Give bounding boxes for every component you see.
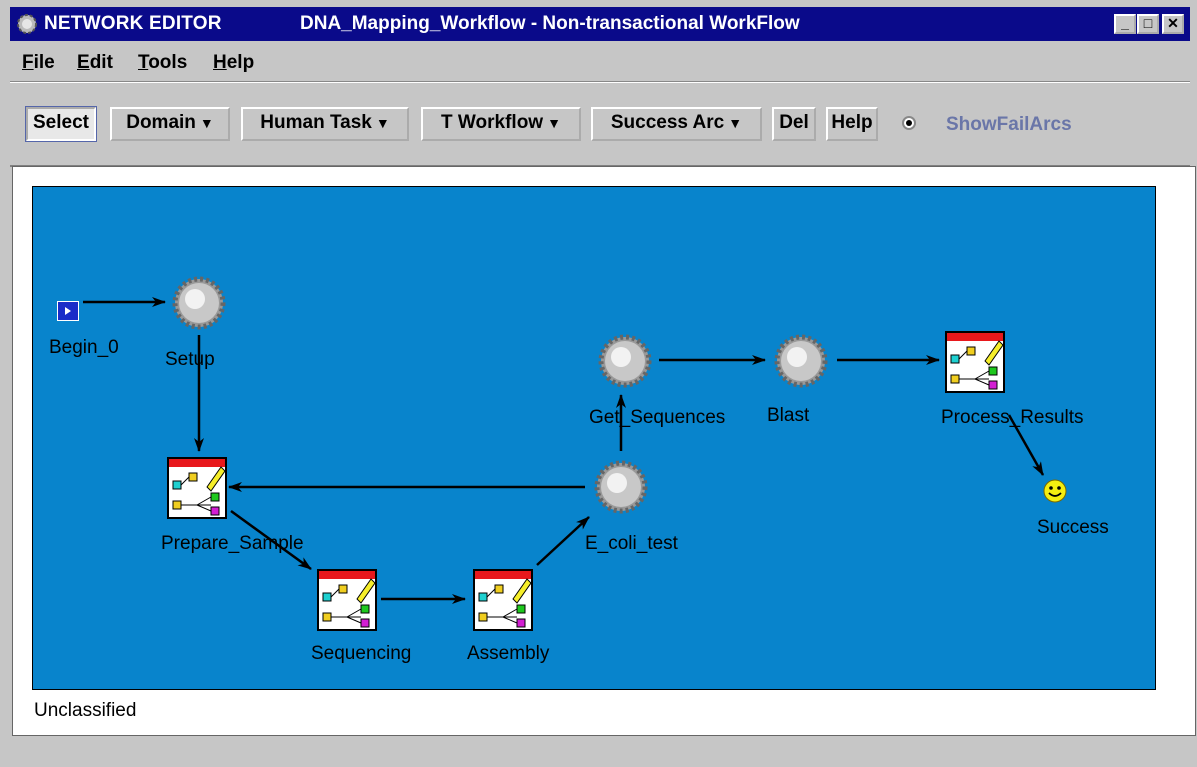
select-button-label: Select	[33, 112, 89, 133]
menu-edit[interactable]: Edit	[77, 52, 113, 74]
chevron-down-icon: ▼	[728, 115, 743, 131]
show-fail-arcs-radio[interactable]	[902, 116, 916, 130]
arc-assembly-ecoli	[536, 516, 590, 566]
window-document-title: DNA_Mapping_Workflow - Non-transactional…	[300, 13, 800, 34]
blast-node-label: Blast	[767, 405, 810, 426]
app-gear-icon	[17, 14, 37, 34]
toolbar: Select Domain ▼ Human Task ▼ T Workflow ▼ S…	[10, 82, 1190, 167]
workflow-canvas[interactable]: Begin_0 Setup Prepare_Sample Sequencing	[32, 186, 1156, 690]
maximize-button[interactable]: □	[1137, 14, 1159, 34]
menu-bar: File Edit Tools Help	[10, 41, 1190, 82]
workflow-arcs	[83, 297, 1045, 604]
domain-dropdown-label: Domain	[126, 112, 196, 133]
begin-node-label: Begin_0	[49, 337, 119, 358]
setup-node-label: Setup	[165, 349, 215, 370]
t-workflow-dropdown[interactable]: T Workflow ▼	[421, 107, 581, 141]
success-arc-dropdown[interactable]: Success Arc ▼	[591, 107, 762, 141]
menu-file[interactable]: File	[22, 52, 55, 74]
prepare-sample-node-label: Prepare_Sample	[161, 533, 304, 554]
sequencing-task-icon[interactable]	[317, 569, 377, 631]
chevron-down-icon: ▼	[199, 115, 214, 131]
begin-node-icon[interactable]	[57, 301, 79, 321]
delete-button[interactable]: Del	[772, 107, 816, 141]
process-results-task-icon[interactable]	[945, 331, 1005, 393]
chevron-down-icon: ▼	[547, 115, 561, 131]
classification-label: Unclassified	[34, 700, 137, 721]
success-node-label: Success	[1037, 517, 1109, 538]
human-task-dropdown-label: Human Task	[260, 112, 372, 133]
e-coli-test-gear-icon[interactable]	[593, 459, 649, 515]
assembly-task-icon[interactable]	[473, 569, 533, 631]
menu-tools[interactable]: Tools	[138, 52, 187, 74]
close-button[interactable]: ✕	[1162, 14, 1184, 34]
human-task-dropdown[interactable]: Human Task ▼	[241, 107, 409, 141]
help-button[interactable]: Help	[826, 107, 878, 141]
chevron-down-icon: ▼	[375, 115, 390, 131]
success-smiley-icon[interactable]	[1043, 479, 1067, 503]
setup-gear-icon[interactable]	[171, 275, 227, 331]
menu-help[interactable]: Help	[213, 52, 254, 74]
t-workflow-dropdown-label: T Workflow	[441, 112, 544, 133]
delete-button-label: Del	[779, 112, 809, 133]
help-button-label: Help	[831, 112, 873, 133]
blast-gear-icon[interactable]	[773, 333, 829, 389]
sequencing-node-label: Sequencing	[311, 643, 412, 664]
domain-dropdown[interactable]: Domain ▼	[110, 107, 230, 141]
get-sequences-gear-icon[interactable]	[597, 333, 653, 389]
e-coli-test-node-label: E_coli_test	[585, 533, 678, 554]
get-sequences-node-label: Get_Sequences	[589, 407, 726, 428]
prepare-sample-task-icon[interactable]	[167, 457, 227, 519]
assembly-node-label: Assembly	[467, 643, 550, 664]
select-button[interactable]: Select	[25, 106, 97, 142]
process-results-node-label: Process_Results	[941, 407, 1084, 428]
minimize-button[interactable]: _	[1114, 14, 1136, 34]
title-bar: NETWORK EDITOR DNA_Mapping_Workflow - No…	[10, 7, 1190, 41]
status-bar	[12, 738, 1196, 767]
show-fail-arcs-label[interactable]: ShowFailArcs	[946, 114, 1072, 136]
success-arc-dropdown-label: Success Arc	[610, 112, 725, 133]
window-app-title: NETWORK EDITOR	[44, 13, 222, 34]
